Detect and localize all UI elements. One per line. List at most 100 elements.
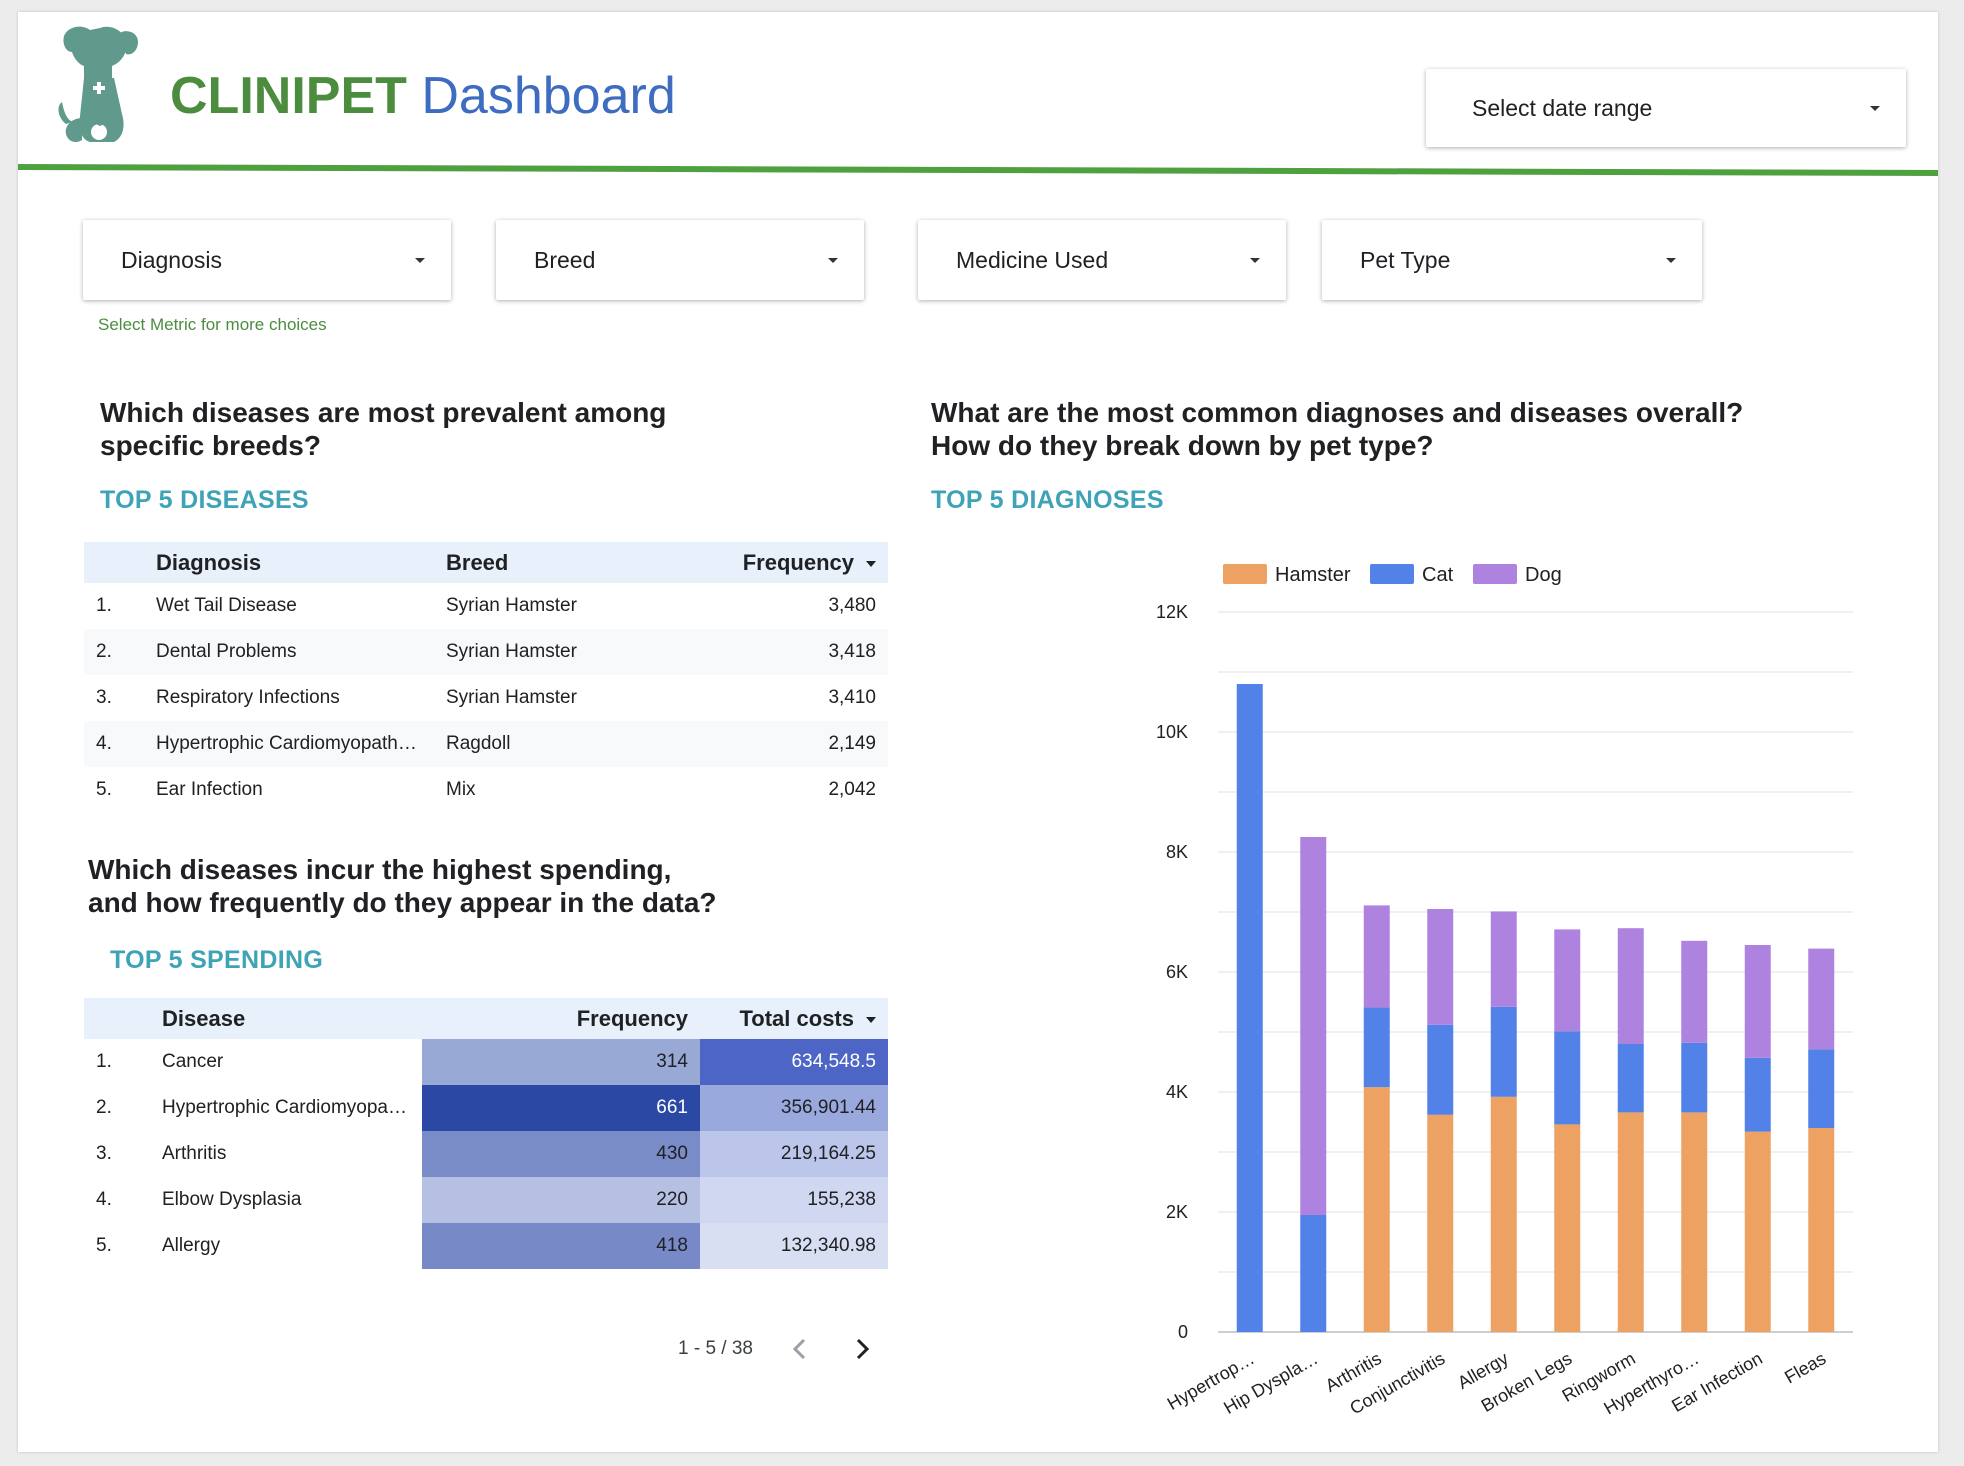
bar-segment-cat <box>1300 1215 1327 1332</box>
diagnosis-cell: Respiratory Infections <box>156 687 340 708</box>
table-row: 5. Ear Infection Mix 2,042 <box>84 767 888 813</box>
filter-breed[interactable]: Breed <box>496 220 864 300</box>
filter-label: Pet Type <box>1360 246 1451 273</box>
table-row: 5. Allergy 418 132,340.98 <box>84 1223 888 1269</box>
breed-cell: Syrian Hamster <box>446 629 706 675</box>
total-costs-cell: 356,901.44 <box>700 1085 888 1131</box>
bar-segment-dog <box>1617 928 1644 1044</box>
disease-cell: Allergy <box>162 1235 221 1256</box>
bar-segment-hamster <box>1363 1087 1390 1332</box>
diagnosis-cell: Hypertrophic Cardiomyopath… <box>156 721 446 767</box>
section3-question: What are the most common diagnoses and d… <box>931 396 1743 462</box>
section3-subhead: TOP 5 DIAGNOSES <box>931 486 1164 514</box>
diagnoses-stacked-bar-chart: 02K4K6K8K10K12KHamster Cat DogHypertrop…Hi… <box>1156 564 1853 1418</box>
bar-segment-cat <box>1363 1007 1390 1088</box>
y-tick-label: 10K <box>1156 722 1188 742</box>
bar-segment-cat <box>1490 1006 1517 1097</box>
table-row: 3. Arthritis 430 219,164.25 <box>84 1131 888 1177</box>
pagination-range: 1 - 5 / 38 <box>678 1338 753 1359</box>
pagination: 1 - 5 / 38 <box>678 1334 877 1364</box>
bar-segment-hamster <box>1617 1112 1644 1332</box>
table-row: 2. Dental Problems Syrian Hamster 3,418 <box>84 629 888 675</box>
bar-segment-dog <box>1427 909 1454 1025</box>
table-row: 4. Elbow Dysplasia 220 155,238 <box>84 1177 888 1223</box>
disease-header[interactable]: Disease <box>162 998 422 1039</box>
filter-diagnosis[interactable]: Diagnosis <box>83 220 451 300</box>
bar-segment-cat <box>1744 1057 1771 1132</box>
row-index: 4. <box>84 721 156 767</box>
sort-desc-icon[interactable] <box>866 560 876 567</box>
row-index: 5. <box>96 779 112 800</box>
frequency-cell: 430 <box>422 1131 700 1177</box>
y-tick-label: 12K <box>1156 602 1188 622</box>
disease-cell: Hypertrophic Cardiomyopa… <box>162 1085 422 1131</box>
diagnosis-cell: Wet Tail Disease <box>156 595 297 616</box>
total-costs-cell: 634,548.5 <box>700 1039 888 1085</box>
table-row: 1. Wet Tail Disease Syrian Hamster 3,480 <box>84 583 888 629</box>
y-tick-label: 2K <box>1166 1202 1188 1222</box>
bar-segment-cat <box>1236 684 1263 1332</box>
legend-swatch <box>1223 564 1267 584</box>
y-tick-label: 8K <box>1166 842 1188 862</box>
bar-segment-cat <box>1554 1031 1581 1125</box>
total-costs-header-label: Total costs <box>739 1005 854 1031</box>
date-range-label: Select date range <box>1472 94 1653 121</box>
question-line: What are the most common diagnoses and d… <box>931 397 1744 428</box>
filter-pet-type[interactable]: Pet Type <box>1322 220 1702 300</box>
frequency-cell: 3,480 <box>828 595 876 616</box>
bar-segment-cat <box>1427 1024 1454 1115</box>
brand-name: CLINIPET <box>170 67 407 125</box>
breed-cell: Mix <box>446 779 476 800</box>
breed-cell: Ragdoll <box>446 721 706 767</box>
diagnosis-cell: Dental Problems <box>156 629 446 675</box>
metric-hint: Select Metric for more choices <box>98 315 327 334</box>
disease-cell: Elbow Dysplasia <box>162 1177 422 1223</box>
y-tick-label: 6K <box>1166 962 1188 982</box>
date-range-dropdown[interactable]: Select date range <box>1426 69 1906 147</box>
bar-segment-hamster <box>1808 1128 1835 1332</box>
bar-segment-hamster <box>1490 1096 1517 1332</box>
bar-segment-dog <box>1681 940 1708 1043</box>
question-line: How do they break down by pet type? <box>931 430 1434 461</box>
y-tick-label: 4K <box>1166 1082 1188 1102</box>
sort-desc-icon[interactable] <box>866 1016 876 1023</box>
row-index: 3. <box>96 1143 112 1164</box>
total-costs-cell: 219,164.25 <box>700 1131 888 1177</box>
frequency-header-label: Frequency <box>742 549 854 575</box>
row-index: 5. <box>96 1235 112 1256</box>
table-header-row: Diagnosis Breed Frequency <box>84 542 888 583</box>
diagnosis-cell: Ear Infection <box>156 779 263 800</box>
chevron-down-icon <box>1666 257 1676 263</box>
bar-segment-hamster <box>1427 1114 1454 1332</box>
legend-swatch <box>1473 564 1517 584</box>
row-index: 1. <box>96 595 112 616</box>
filter-medicine[interactable]: Medicine Used <box>918 220 1286 300</box>
x-tick-label: Fleas <box>1781 1348 1829 1387</box>
chevron-right-icon[interactable] <box>847 1334 877 1364</box>
legend-swatch <box>1370 564 1414 584</box>
row-index: 2. <box>84 1085 162 1131</box>
breed-header[interactable]: Breed <box>446 542 706 583</box>
question-line: Which diseases incur the highest spendin… <box>88 854 672 885</box>
section2-subhead: TOP 5 SPENDING <box>110 946 324 974</box>
diagnosis-header[interactable]: Diagnosis <box>156 542 446 583</box>
top-diseases-table: Diagnosis Breed Frequency 1. Wet Tail Di… <box>84 542 888 813</box>
chevron-left-icon[interactable] <box>785 1334 815 1364</box>
table-row: 4. Hypertrophic Cardiomyopath… Ragdoll 2… <box>84 721 888 767</box>
title-suffix: Dashboard <box>421 67 676 125</box>
bar-segment-cat <box>1681 1042 1708 1113</box>
total-costs-header[interactable]: Total costs <box>700 998 888 1039</box>
bar-segment-dog <box>1300 837 1327 1215</box>
frequency-header[interactable]: Frequency <box>706 542 888 583</box>
frequency-header[interactable]: Frequency <box>422 998 700 1039</box>
bar-segment-dog <box>1554 929 1581 1032</box>
chevron-down-icon <box>828 257 838 263</box>
header-divider <box>18 164 1938 176</box>
row-index: 1. <box>96 1051 112 1072</box>
legend-label: Cat <box>1422 564 1454 586</box>
table-row: 1. Cancer 314 634,548.5 <box>84 1039 888 1085</box>
index-header <box>84 542 156 583</box>
section1-subhead: TOP 5 DISEASES <box>100 486 309 514</box>
frequency-cell: 2,042 <box>828 779 876 800</box>
chevron-down-icon <box>1250 257 1260 263</box>
